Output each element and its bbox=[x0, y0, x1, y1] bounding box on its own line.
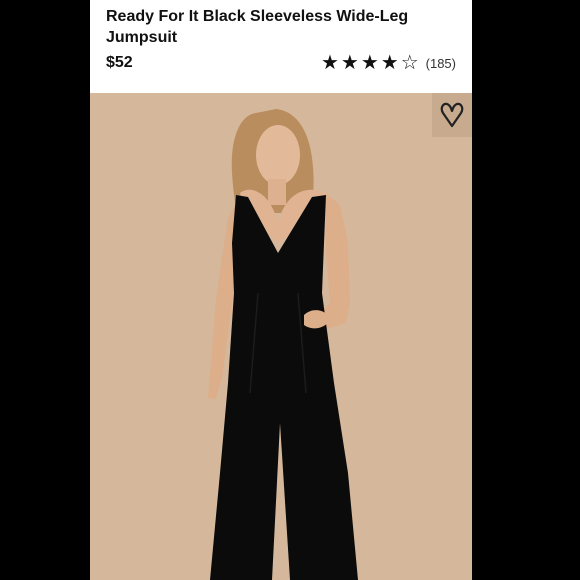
star-empty-icon: ☆ bbox=[400, 52, 419, 74]
product-photo[interactable] bbox=[90, 93, 472, 580]
face bbox=[256, 125, 300, 185]
heart-icon bbox=[440, 102, 464, 128]
neck bbox=[268, 179, 286, 205]
product-price: $52 bbox=[106, 54, 133, 71]
review-count[interactable]: (185) bbox=[426, 56, 456, 71]
star-filled-icon: ★ bbox=[340, 52, 359, 74]
favorite-button[interactable] bbox=[432, 93, 472, 137]
star-filled-icon: ★ bbox=[320, 52, 339, 74]
rating[interactable]: ★ ★ ★ ★ ☆ (185) bbox=[321, 53, 456, 73]
star-filled-icon: ★ bbox=[380, 52, 399, 74]
product-card: Ready For It Black Sleeveless Wide-Leg J… bbox=[90, 0, 472, 580]
star-filled-icon: ★ bbox=[360, 52, 379, 74]
model-illustration bbox=[208, 109, 358, 580]
product-title: Ready For It Black Sleeveless Wide-Leg J… bbox=[106, 8, 409, 46]
